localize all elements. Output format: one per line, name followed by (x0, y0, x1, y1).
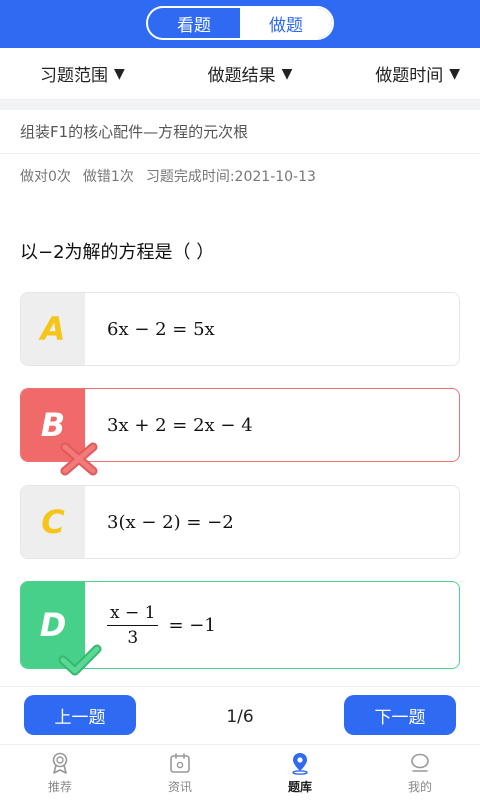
correct-count: 做对0次 (20, 169, 71, 185)
fraction-numerator: x − 1 (107, 603, 159, 626)
option-letter-box: A (21, 293, 85, 365)
check-icon (58, 644, 102, 676)
tab-question-bank[interactable]: 题库 (240, 745, 360, 800)
option-formula: x − 1 3 = −1 (107, 582, 216, 668)
filter-time[interactable]: 做题时间 ▼ (375, 61, 460, 87)
option-b[interactable]: B 3x + 2 = 2x − 4 (20, 388, 460, 476)
option-a[interactable]: A 6x − 2 = 5x (20, 292, 460, 366)
option-letter-box: C (21, 486, 85, 558)
view-mode-switch: 看题 做题 (146, 6, 334, 40)
header-bar: 看题 做题 (0, 0, 480, 48)
practice-stats: 做对0次 做错1次 习题完成时间:2021-10-13 (20, 166, 316, 186)
filter-label: 做题时间 (375, 66, 444, 86)
tab-view-questions[interactable]: 看题 (148, 8, 240, 38)
tab-label: 我的 (407, 779, 432, 794)
tab-recommend[interactable]: 推荐 (0, 745, 120, 800)
option-formula: 6x − 2 = 5x (107, 318, 215, 340)
question-navigation: 上一题 1/6 下一题 (0, 686, 480, 744)
tab-label: 题库 (287, 779, 312, 794)
filter-bar: 习题范围 ▼ 做题结果 ▼ 做题时间 ▼ (0, 48, 480, 100)
calendar-icon (170, 752, 190, 773)
formula-rest: = −1 (168, 614, 216, 636)
location-pin-icon (292, 752, 308, 775)
option-letter: A (40, 310, 66, 348)
tab-do-questions[interactable]: 做题 (240, 8, 332, 38)
filter-result[interactable]: 做题结果 ▼ (207, 61, 293, 87)
medal-icon (52, 752, 68, 774)
bottom-tab-bar: 推荐 资讯 题库 我的 (0, 744, 480, 800)
fraction-denominator: 3 (127, 627, 139, 648)
completion-time: 习题完成时间:2021-10-13 (145, 169, 316, 185)
wrong-count: 做错1次 (82, 169, 134, 185)
caret-down-icon: ▼ (114, 65, 125, 82)
tab-label: 资讯 (167, 779, 192, 794)
option-letter: D (39, 606, 67, 644)
caret-down-icon: ▼ (449, 65, 460, 82)
profile-icon (411, 753, 429, 772)
caret-down-icon: ▼ (281, 65, 293, 82)
option-letter: C (41, 503, 65, 541)
option-formula: 3x + 2 = 2x − 4 (107, 414, 253, 436)
option-formula: 3(x − 2) = −2 (107, 511, 234, 533)
tab-mine[interactable]: 我的 (360, 745, 480, 800)
fraction: x − 1 3 (107, 603, 159, 648)
section-divider (0, 100, 480, 110)
filter-label: 做题结果 (207, 66, 276, 86)
filter-exercise-range[interactable]: 习题范围 ▼ (40, 61, 125, 87)
tab-label: 推荐 (47, 779, 72, 794)
topic-title: 组装F1的核心配件—方程的元次根 (0, 110, 480, 154)
option-c[interactable]: C 3(x − 2) = −2 (20, 485, 460, 559)
next-question-button[interactable]: 下一题 (344, 695, 456, 735)
option-d[interactable]: D x − 1 3 = −1 (20, 581, 460, 676)
filter-label: 习题范围 (40, 66, 108, 86)
tab-news[interactable]: 资讯 (120, 745, 240, 800)
wrong-x-icon (60, 442, 98, 476)
question-text: 以−2为解的方程是（ ） (20, 242, 215, 263)
